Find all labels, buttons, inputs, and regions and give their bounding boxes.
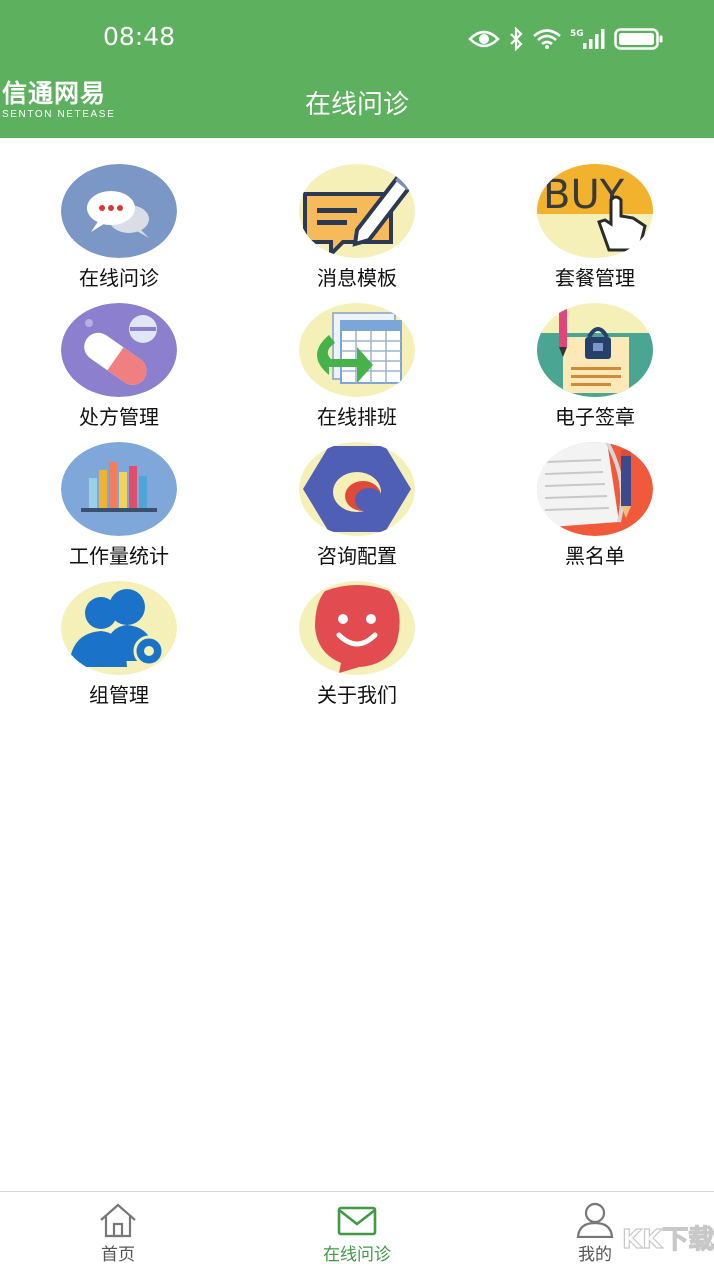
nav-home[interactable]: 首页 — [58, 1192, 178, 1272]
tile-online-scheduling[interactable]: 在线排班 — [257, 301, 457, 431]
tile-prescription-management[interactable]: 处方管理 — [19, 301, 219, 431]
signal-5g-icon: 5G — [570, 27, 606, 51]
tile-group-management[interactable]: 组管理 — [19, 579, 219, 709]
tile-label: 电子签章 — [555, 405, 635, 429]
group-icon — [61, 581, 177, 675]
mail-icon — [337, 1202, 377, 1238]
tile-online-consult[interactable]: 在线问诊 — [19, 162, 219, 292]
status-icons: 5G — [468, 24, 664, 54]
user-icon — [575, 1202, 615, 1239]
tile-label: 处方管理 — [79, 405, 159, 429]
bottom-navigation: 首页 在线问诊 我的 — [0, 1191, 714, 1272]
pill-icon — [61, 303, 177, 397]
config-icon — [299, 442, 415, 536]
tile-blacklist[interactable]: 黑名单 — [495, 440, 695, 570]
tile-about-us[interactable]: 关于我们 — [257, 579, 457, 709]
tile-label: 咨询配置 — [317, 544, 397, 568]
tile-workload-statistics[interactable]: 工作量统计 — [19, 440, 219, 570]
tile-label: 工作量统计 — [69, 544, 169, 568]
tile-electronic-seal[interactable]: 电子签章 — [495, 301, 695, 431]
tile-label: 在线排班 — [317, 405, 397, 429]
stamp-icon — [537, 303, 653, 397]
bar-stats-icon — [61, 442, 177, 536]
message-template-icon — [299, 164, 415, 258]
tile-label: 在线问诊 — [79, 266, 159, 290]
tile-package-management[interactable]: BUY 套餐管理 — [495, 162, 695, 292]
battery-icon — [614, 28, 664, 50]
tile-consultation-config[interactable]: 咨询配置 — [257, 440, 457, 570]
tile-label: 关于我们 — [317, 683, 397, 707]
status-time: 08:48 — [103, 22, 176, 51]
home-icon — [98, 1202, 138, 1238]
svg-text:5G: 5G — [570, 29, 584, 39]
tile-message-template[interactable]: 消息模板 — [257, 162, 457, 292]
nav-online-consult[interactable]: 在线问诊 — [297, 1192, 417, 1272]
buy-icon: BUY — [537, 164, 653, 258]
smile-icon — [299, 581, 415, 675]
tile-label: 消息模板 — [317, 266, 397, 290]
watermark: KK下载 — [618, 1214, 714, 1264]
eye-icon — [468, 28, 500, 50]
app-header: 08:48 5G 信通网易 SENTON NETEASE 在线问诊 — [0, 0, 714, 138]
tile-label: 套餐管理 — [555, 266, 635, 290]
bluetooth-icon — [508, 27, 524, 51]
schedule-icon — [299, 303, 415, 397]
wifi-icon — [532, 28, 562, 50]
nav-consult-label: 在线问诊 — [323, 1245, 391, 1265]
page-title: 在线问诊 — [304, 90, 409, 120]
svg-text:KK下载: KK下载 — [622, 1225, 714, 1255]
tile-label: 黑名单 — [565, 544, 625, 568]
chat-bubbles-icon — [61, 164, 177, 258]
nav-home-label: 首页 — [101, 1245, 135, 1265]
tile-label: 组管理 — [89, 683, 149, 707]
blacklist-icon — [537, 442, 653, 536]
status-bar: 08:48 5G — [0, 0, 714, 75]
